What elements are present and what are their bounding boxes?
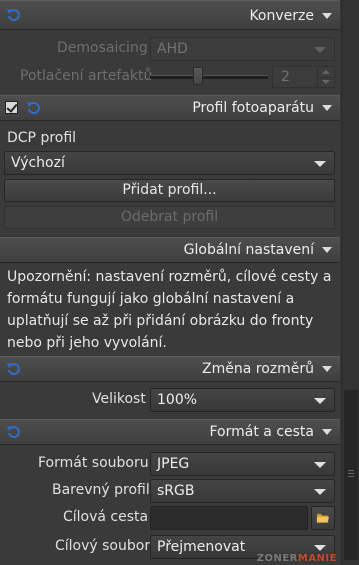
file-format-select[interactable]: JPEG [150,452,335,476]
collapse-arrow-icon[interactable] [322,247,332,253]
add-profile-button[interactable]: Přidat profil... [4,179,335,202]
folder-icon [316,513,329,523]
target-path-input[interactable] [150,506,308,530]
size-value: 100% [157,392,198,408]
grip-line [348,470,354,471]
artifacts-slider[interactable] [150,75,268,79]
demosaicing-select[interactable]: AHD [150,37,335,61]
browse-folder-button[interactable] [311,506,335,530]
remove-profile-button[interactable]: Odebrat profil [4,206,335,229]
reset-icon[interactable] [26,101,40,115]
target-file-label: Cílový soubor [55,538,151,554]
target-path-label: Cílová cesta [63,509,149,525]
vertical-scrollbar[interactable] [341,0,359,565]
dcp-profile-label: DCP profil [7,130,77,146]
section-title: Profil fotoaparátu [192,100,314,116]
grip-line [348,473,354,474]
section-title: Konverze [249,8,314,24]
section-header-resize[interactable]: Změna rozměrů [0,356,340,382]
enable-checkbox[interactable] [5,101,18,114]
dcp-profile-select[interactable]: Výchozí [4,151,335,175]
dcp-profile-value: Výchozí [11,155,65,171]
color-profile-select[interactable]: sRGB [150,479,335,503]
section-title: Formát a cesta [209,424,315,440]
section-header-convert[interactable]: Konverze [0,0,340,30]
artifacts-value: 2 [281,69,290,85]
chevron-down-icon [314,489,326,495]
artifacts-slider-thumb[interactable] [193,67,203,85]
size-label: Velikost [92,391,146,407]
reset-icon[interactable] [6,425,20,439]
chevron-down-icon [314,545,326,551]
decrement-icon[interactable] [317,77,334,88]
chevron-down-icon [314,398,326,404]
increment-icon[interactable] [317,67,334,77]
target-file-value: Přejmenovat [157,539,246,555]
watermark-part1: ZONER [256,553,298,564]
chevron-down-icon [314,161,326,167]
file-format-label: Formát souboru [38,455,149,471]
watermark-part2: MANIE [297,553,337,564]
right-panel: Konverze Demosaicing AHD Potlačení artef… [0,0,340,565]
chevron-down-icon [314,47,326,53]
demosaicing-label: Demosaicing [57,40,148,56]
collapse-arrow-icon[interactable] [322,429,332,435]
size-select[interactable]: 100% [150,388,335,412]
collapse-arrow-icon[interactable] [322,13,332,19]
artifacts-label: Potlačení artefaktů [20,68,153,84]
watermark-logo: ZONERMANIE [257,553,337,564]
global-settings-note: Upozornění: nastavení rozměrů, cílové ce… [7,269,332,351]
section-header-global[interactable]: Globální nastavení [0,237,340,263]
color-profile-label: Barevný profil [52,482,150,498]
reset-icon[interactable] [6,362,20,376]
scrollbar-thumb[interactable] [344,390,358,560]
collapse-arrow-icon[interactable] [322,105,332,111]
section-header-camera-profile[interactable]: Profil fotoaparátu [0,95,340,121]
chevron-down-icon [314,462,326,468]
grip-line [348,476,354,477]
artifacts-spinbox[interactable]: 2 [272,66,335,88]
demosaicing-value: AHD [157,41,188,57]
section-header-format[interactable]: Formát a cesta [0,419,340,445]
color-profile-value: sRGB [157,483,195,499]
reset-icon[interactable] [6,8,20,22]
section-title: Globální nastavení [183,242,314,258]
section-title: Změna rozměrů [202,361,314,377]
file-format-value: JPEG [157,456,190,472]
collapse-arrow-icon[interactable] [322,366,332,372]
